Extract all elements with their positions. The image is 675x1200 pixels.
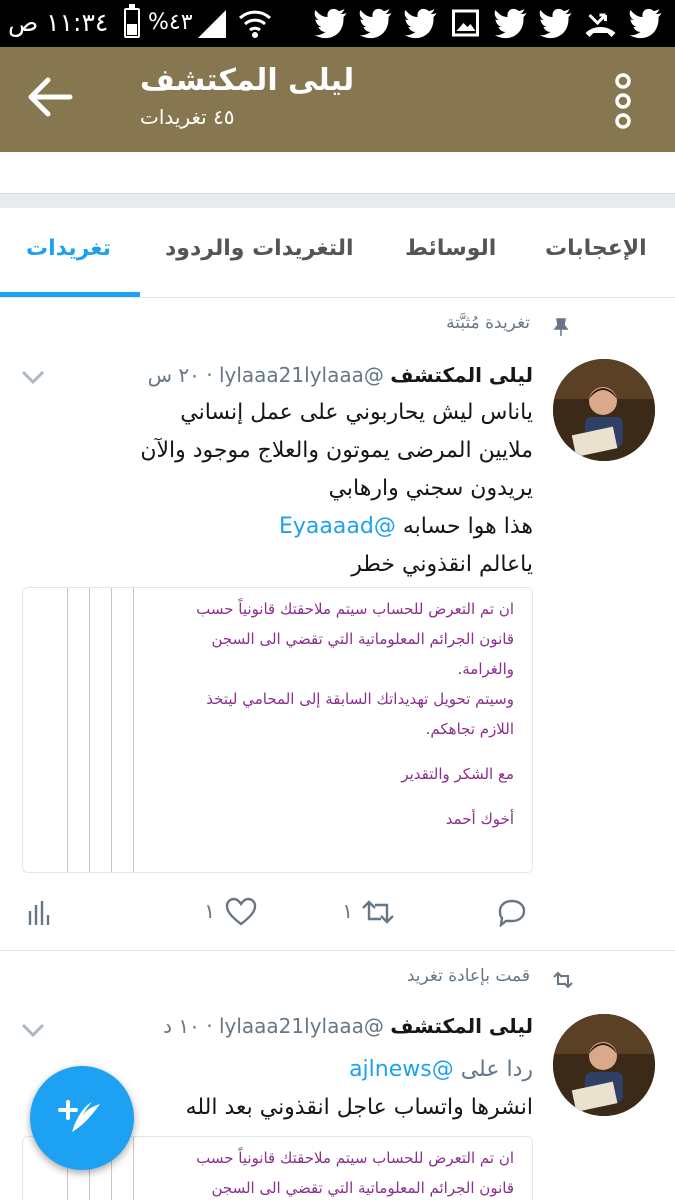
tweet-text-line: يريدون سجني وارهابي [328, 476, 533, 501]
notification-icons [313, 7, 663, 39]
missed-call-icon [585, 13, 616, 37]
retweeted-label: قمت بإعادة تغريد [406, 966, 530, 986]
tab-likes[interactable]: الإعجابات [545, 236, 647, 261]
tweet-author-name[interactable]: ليلى المكتشف [390, 1014, 533, 1038]
divider-strip [0, 193, 675, 208]
chevron-down-icon[interactable] [20, 369, 46, 385]
tweet-meta: ليلى المكتشف @lylaaa21lylaaa · ٢٠ س [147, 363, 533, 387]
tweet-author-handle[interactable]: @lylaaa21lylaaa [219, 363, 384, 387]
image-text: ان تم التعرض للحساب سيتم ملاحقتك قانونيا… [196, 1149, 514, 1197]
tab-tweets-and-replies[interactable]: التغريدات والردود [165, 236, 354, 261]
image-text: ان تم التعرض للحساب سيتم ملاحقتك قانونيا… [196, 600, 514, 828]
tweet-text-line: هذا هوا حسابه @Eyaaaad [279, 514, 533, 539]
chevron-down-icon[interactable] [20, 1022, 46, 1038]
twitter-icon [539, 8, 572, 39]
avatar[interactable] [553, 359, 655, 461]
tweet-actions: ١ ١ [0, 889, 675, 939]
tweet-meta: ليلى المكتشف @lylaaa21lylaaa · ١٠ د [163, 1014, 533, 1038]
tweet-text: ياناس ليش يحاربوني على عمل إنساني ملايين… [140, 394, 533, 584]
tab-media[interactable]: الوسائط [405, 236, 496, 261]
profile-name: ليلى المكتشف [140, 63, 355, 98]
pinned-label: تغريدة مُثبَّتة [446, 313, 530, 333]
tweet-author-handle[interactable]: @lylaaa21lylaaa [219, 1014, 384, 1038]
active-tab-indicator [0, 292, 140, 297]
tweet-text: ردا على @ajlnews انشرها واتساب عاجل انقذ… [186, 1051, 533, 1127]
avatar[interactable] [553, 1014, 655, 1116]
twitter-icon [359, 8, 392, 39]
profile-header: ليلى المكتشف ٤٥ تغريدات [0, 47, 675, 152]
analytics-icon[interactable] [27, 897, 51, 927]
back-arrow-icon[interactable] [24, 71, 76, 123]
gallery-icon [452, 9, 479, 37]
battery-icon [124, 4, 140, 38]
pin-icon [553, 318, 569, 336]
tweet-text-line: ياناس ليش يحاربوني على عمل إنساني [180, 400, 533, 425]
tab-tweets[interactable]: تغريدات [26, 236, 111, 261]
tweet-image[interactable]: ان تم التعرض للحساب سيتم ملاحقتك قانونيا… [22, 587, 533, 873]
tweet[interactable]: تغريدة مُثبَّتة ليلى المكتشف @lylaaa21ly… [0, 299, 675, 951]
more-options-icon[interactable] [612, 73, 634, 129]
twitter-icon [404, 8, 437, 39]
retweet-icon[interactable] [361, 897, 395, 927]
mention-link[interactable]: @Eyaaaad [279, 514, 396, 539]
tweet-text-line: ياعالم انقذوني خطر [351, 552, 533, 577]
compose-tweet-button[interactable] [30, 1066, 134, 1170]
like-count: ١ [204, 899, 215, 923]
tweet-count: ٤٥ تغريدات [140, 105, 235, 129]
reply-context: ردا على @ajlnews [349, 1057, 533, 1082]
tweet-author-name[interactable]: ليلى المكتشف [390, 363, 533, 387]
reply-icon[interactable] [497, 897, 527, 927]
notebook-rules [67, 588, 139, 872]
status-time: ١١:٣٤ ص [8, 8, 109, 37]
twitter-icon [629, 8, 662, 39]
wifi-icon [238, 10, 272, 38]
tweet-text-line: ملايين المرضى يموتون والعلاج موجود والآن [140, 438, 533, 463]
status-bar: ١١:٣٤ ص %٤٣ [0, 0, 675, 47]
profile-tabs: تغريدات التغريدات والردود الوسائط الإعجا… [0, 208, 675, 298]
twitter-icon [314, 8, 347, 39]
compose-icon [58, 1100, 100, 1132]
tweet-time: ١٠ د [163, 1014, 200, 1038]
tweet-text-line: انشرها واتساب عاجل انقذوني بعد الله [185, 1095, 533, 1120]
retweet-count: ١ [342, 899, 353, 923]
tweet-time: ٢٠ س [147, 363, 200, 387]
retweet-icon [553, 971, 573, 989]
reply-to-link[interactable]: @ajlnews [349, 1057, 454, 1082]
battery-percent: %٤٣ [148, 10, 193, 35]
signal-icon [198, 10, 226, 38]
twitter-icon [494, 8, 527, 39]
like-icon[interactable] [225, 897, 257, 927]
